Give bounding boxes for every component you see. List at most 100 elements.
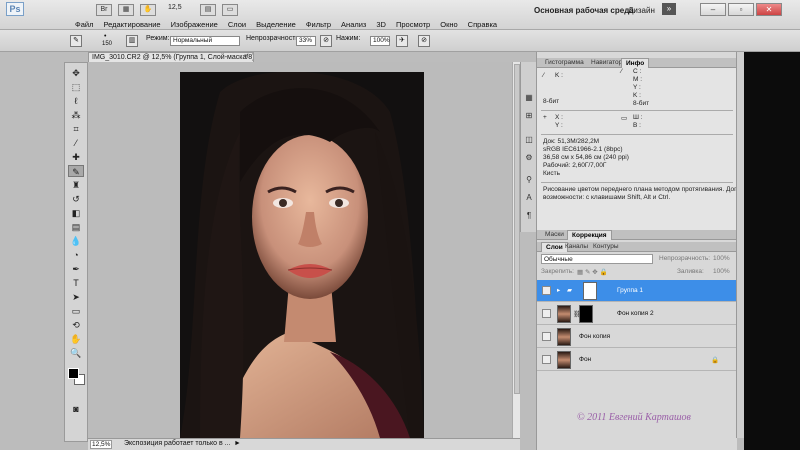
layer-name[interactable]: Фон копия [579, 333, 610, 340]
pen-tool-icon[interactable]: ✒ [68, 263, 84, 275]
layer-name[interactable]: Группа 1 [617, 287, 643, 294]
eyedropper-tool-icon[interactable]: ⁄ [68, 137, 84, 149]
status-zoom-field[interactable]: 12,5% [90, 440, 112, 449]
screen-mode-icon[interactable]: ▭ [222, 4, 238, 16]
info-x-label: X : [555, 114, 563, 121]
menu-view[interactable]: Просмотр [391, 20, 435, 30]
brush-tool-icon[interactable]: ✎ [68, 165, 84, 177]
menu-filter[interactable]: Фильтр [301, 20, 336, 30]
canvas-area[interactable] [88, 62, 512, 438]
foreground-color-swatch[interactable] [68, 368, 79, 379]
lasso-tool-icon[interactable]: ℓ [68, 95, 84, 107]
dodge-tool-icon[interactable]: ◔ [68, 249, 84, 261]
tablet-pressure-size-icon[interactable]: ⊘ [418, 35, 430, 47]
character-panel-icon[interactable]: A [523, 192, 535, 204]
brush-dot-icon[interactable]: • [104, 33, 106, 40]
3d-rotate-tool-icon[interactable]: ⟲ [68, 319, 84, 331]
visibility-toggle[interactable] [542, 355, 551, 364]
info-height-label: В : [633, 122, 641, 129]
color-panel-icon[interactable]: ▦ [523, 92, 535, 104]
menu-file[interactable]: Файл [70, 20, 98, 30]
clone-stamp-tool-icon[interactable]: ♜ [68, 179, 84, 191]
layer-name[interactable]: Фон копия 2 [617, 310, 654, 317]
layer-row-group1[interactable]: ▸ ▰ Группа 1 [537, 280, 737, 302]
menu-image[interactable]: Изображение [166, 20, 223, 30]
workspace-more-icon[interactable]: » [662, 3, 676, 15]
layer-row-background[interactable]: Фон 🔒 [537, 349, 737, 371]
actions-panel-icon[interactable]: ⚲ [523, 174, 535, 186]
tab-adjustments[interactable]: Коррекция [567, 230, 612, 240]
menu-3d[interactable]: 3D [371, 20, 391, 30]
flow-field[interactable]: 100% [370, 36, 390, 46]
tab-info[interactable]: Инфо [621, 58, 650, 68]
layer-mask-thumbnail[interactable] [583, 282, 597, 300]
menu-analysis[interactable]: Анализ [336, 20, 371, 30]
lock-icons[interactable]: ▦ ✎ ✥ 🔒 [577, 268, 608, 276]
pipette-cmyk-icon: ⁄ [621, 68, 623, 75]
quick-mask-icon[interactable]: ◙ [68, 403, 84, 415]
hand-tool-icon[interactable]: ✋ [140, 4, 156, 16]
brush-preset-icon[interactable]: ✎ [70, 35, 82, 47]
quick-select-tool-icon[interactable]: ⁂ [68, 109, 84, 121]
minibridge-icon[interactable]: ▦ [118, 4, 134, 16]
visibility-toggle[interactable] [542, 286, 551, 295]
menu-window[interactable]: Окно [435, 20, 462, 30]
layer-name[interactable]: Фон [579, 356, 591, 363]
canvas-vertical-scrollbar[interactable] [512, 62, 520, 438]
history-panel-icon[interactable]: ⚙ [523, 152, 535, 164]
bridge-icon[interactable]: Br [96, 4, 112, 16]
crop-tool-icon[interactable]: ⌗ [68, 123, 84, 135]
move-tool-icon[interactable]: ✥ [68, 67, 84, 79]
info-bits-right: 8-бит [633, 100, 650, 107]
brush-panel-icon[interactable]: ▥ [126, 35, 138, 47]
tab-paths[interactable]: Контуры [589, 242, 623, 252]
marquee-tool-icon[interactable]: ⬚ [68, 81, 84, 93]
arrange-icon[interactable]: ▤ [200, 4, 216, 16]
close-document-icon[interactable]: × [244, 53, 248, 60]
brush-size[interactable]: 150 [102, 41, 112, 47]
paragraph-panel-icon[interactable]: ¶ [523, 210, 535, 222]
eraser-tool-icon[interactable]: ◧ [68, 207, 84, 219]
close-button[interactable]: ✕ [756, 3, 782, 16]
zoom-level[interactable]: 12,5 [168, 4, 182, 11]
blend-mode-select[interactable]: Обычные [541, 254, 653, 264]
visibility-toggle[interactable] [542, 332, 551, 341]
maximize-button[interactable]: ▫ [728, 3, 754, 16]
swatches-panel-icon[interactable]: ⊞ [523, 110, 535, 122]
blur-tool-icon[interactable]: 💧 [68, 235, 84, 247]
tab-channels[interactable]: Каналы [561, 242, 592, 252]
hand-tool-icon[interactable]: ✋ [68, 333, 84, 345]
tab-histogram[interactable]: Гистограмма [541, 58, 588, 68]
minimize-button[interactable]: – [700, 3, 726, 16]
document-tab[interactable]: IMG_3010.CR2 @ 12,5% (Группа 1, Слой-мас… [88, 52, 254, 62]
type-tool-icon[interactable]: T [68, 277, 84, 289]
status-menu-arrow[interactable]: ► [234, 440, 241, 447]
mode-select[interactable]: Нормальный [170, 36, 240, 46]
healing-tool-icon[interactable]: ✚ [68, 151, 84, 163]
gradient-tool-icon[interactable]: ▤ [68, 221, 84, 233]
history-brush-tool-icon[interactable]: ↺ [68, 193, 84, 205]
opacity-field[interactable]: 33% [296, 36, 316, 46]
zoom-tool-icon[interactable]: 🔍 [68, 347, 84, 359]
panel-scrollbar[interactable] [736, 52, 744, 438]
tab-masks[interactable]: Маски [541, 230, 568, 240]
layer-opacity-value[interactable]: 100% [713, 255, 730, 262]
path-select-tool-icon[interactable]: ➤ [68, 291, 84, 303]
layer-row-bg-copy2[interactable]: ⛓ Фон копия 2 [537, 303, 737, 325]
shape-tool-icon[interactable]: ▭ [68, 305, 84, 317]
layer-row-bg-copy[interactable]: Фон копия [537, 326, 737, 348]
fill-value[interactable]: 100% [713, 268, 730, 275]
visibility-toggle[interactable] [542, 309, 551, 318]
design-workspace[interactable]: Дизайн [628, 6, 655, 15]
menu-edit[interactable]: Редактирование [98, 20, 165, 30]
airbrush-icon[interactable]: ✈ [396, 35, 408, 47]
menu-select[interactable]: Выделение [251, 20, 301, 30]
tablet-pressure-opacity-icon[interactable]: ⊘ [320, 35, 332, 47]
menu-layers[interactable]: Слои [223, 20, 251, 30]
expand-arrow-icon[interactable]: ▸ [557, 286, 560, 294]
menu-help[interactable]: Справка [463, 20, 502, 30]
portrait-photo[interactable] [180, 72, 424, 438]
layer-mask-thumbnail[interactable] [579, 305, 593, 323]
tools-panel: ✥ ⬚ ℓ ⁂ ⌗ ⁄ ✚ ✎ ♜ ↺ ◧ ▤ 💧 ◔ ✒ T ➤ ▭ ⟲ ✋ … [64, 62, 88, 442]
styles-panel-icon[interactable]: ◫ [523, 134, 535, 146]
